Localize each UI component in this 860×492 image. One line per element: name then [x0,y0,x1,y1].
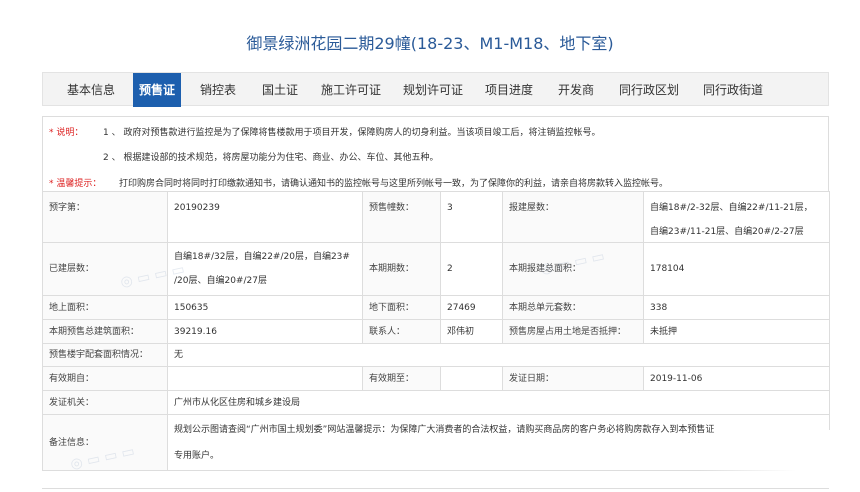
cell-label: 预售房屋占用土地是否抵押： [502,319,644,344]
issue-date-value: 2019-11-06 [643,366,830,391]
tab-presale-permit[interactable]: 预售证 [133,73,181,107]
cell-label: 有效期自： [42,366,168,391]
cell-label: 预售楼宇配套面积情况： [42,343,168,367]
cell-label: 发证机关： [42,390,168,415]
floors-reported-value: 自编18#/2-32层、自编22#/11-21层， 自编23#/11-21层、自… [643,191,830,243]
cell-label: 本期期数： [362,242,441,296]
table-row: 预字第： 20190239 预售幢数： 3 报建屋数： 自编18#/2-32层、… [42,191,830,243]
explain-label: * 说明： [49,128,84,138]
presale-info-table: 预字第： 20190239 预售幢数： 3 报建屋数： 自编18#/2-32层、… [42,191,830,471]
tab-same-district[interactable]: 同行政区划 [613,73,685,107]
tip-label: * 温馨提示： [49,179,102,189]
table-row: 发证机关： 广州市从化区住房和城乡建设局 [42,390,830,415]
cell-label: 本期总单元套数： [502,295,644,320]
remark-value: 规划公示图请查阅“广州市国土规划委”网站温馨提示：为保障广大消费者的合法权益，请… [167,414,830,471]
above-area-value: 150635 [167,295,363,320]
note-item-1: 1 、 政府对预售款进行监控是为了保障将售楼款用于项目开发，保障购房人的切身利益… [103,128,601,138]
table-row: 备注信息： 规划公示图请查阅“广州市国土规划委”网站温馨提示：为保障广大消费者的… [42,414,830,471]
tab-bar: 基本信息 预售证 销控表 国土证 施工许可证 规划许可证 项目进度 开发商 同行… [42,72,829,107]
notice-panel: * 说明： 1 、 政府对预售款进行监控是为了保障将售楼款用于项目开发，保障购房… [42,116,829,192]
note-item-2: 2 、 根据建设部的技术规范，将房屋功能分为住宅、商业、办公、车位、其他五种。 [103,153,439,163]
ancillary-value: 无 [167,343,830,367]
tab-sales-control[interactable]: 销控表 [189,73,247,107]
phase-value: 2 [440,242,503,296]
cell-label: 发证日期： [502,366,644,391]
buildings-value: 3 [440,191,503,243]
tip-text: 打印购房合同时将同时打印缴款通知书，请确认通知书的监控帐号与这里所列帐号一致，为… [119,179,669,189]
mortgage-value: 未抵押 [643,319,830,344]
built-floors-line2: /20层、自编20#/27层 [174,276,267,286]
tab-basic-info[interactable]: 基本信息 [55,73,127,107]
cell-label: 地下面积： [362,295,441,320]
authority-value: 广州市从化区住房和城乡建设局 [167,390,830,415]
remark-line1: 规划公示图请查阅“广州市国土规划委”网站温馨提示：为保障广大消费者的合法权益，请… [174,424,715,435]
tab-planning-permit[interactable]: 规划许可证 [397,73,469,107]
cell-label: 备注信息： [42,414,168,471]
contact-value: 邓伟初 [440,319,503,344]
tab-progress[interactable]: 项目进度 [479,73,539,107]
table-row: 本期预售总建筑面积： 39219.16 联系人： 邓伟初 预售房屋占用土地是否抵… [42,319,830,344]
floors-reported-line2: 自编23#/11-21层、自编20#/2-27层 [650,227,804,237]
valid-from-value [167,366,363,391]
cell-label: 地上面积： [42,295,168,320]
valid-to-value [440,366,503,391]
cell-label: 报建屋数： [502,191,644,243]
units-value: 338 [643,295,830,320]
floors-reported-line1: 自编18#/2-32层、自编22#/11-21层， [650,203,813,213]
tab-construction-permit[interactable]: 施工许可证 [315,73,387,107]
divider [42,488,829,489]
under-area-value: 27469 [440,295,503,320]
presale-area-value: 39219.16 [167,319,363,344]
table-row: 已建层数： 自编18#/32层，自编22#/20层，自编23# /20层、自编2… [42,242,830,296]
presale-no-value: 20190239 [167,191,363,243]
table-row: 有效期自： 有效期至： 发证日期： 2019-11-06 [42,366,830,391]
built-floors-line1: 自编18#/32层，自编22#/20层，自编23# [174,252,350,262]
cell-label: 有效期至： [362,366,441,391]
table-row: 预售楼宇配套面积情况： 无 [42,343,830,367]
cell-label: 本期预售总建筑面积： [42,319,168,344]
tab-land-cert[interactable]: 国土证 [253,73,307,107]
table-row: 地上面积： 150635 地下面积： 27469 本期总单元套数： 338 [42,295,830,320]
built-floors-value: 自编18#/32层，自编22#/20层，自编23# /20层、自编20#/27层 [167,242,363,296]
total-area-value: 178104 [643,242,830,296]
tab-same-street[interactable]: 同行政街道 [693,73,773,107]
cell-label: 已建层数： [42,242,168,296]
page-title: 御景绿洲花园二期29幢(18-23、M1-M18、地下室) [246,34,614,53]
cell-label: 联系人： [362,319,441,344]
cell-label: 预字第： [42,191,168,243]
cell-label: 本期报建总面积： [502,242,644,296]
remark-line2: 专用账户。 [174,450,220,461]
tab-developer[interactable]: 开发商 [547,73,605,107]
cell-label: 预售幢数： [362,191,441,243]
